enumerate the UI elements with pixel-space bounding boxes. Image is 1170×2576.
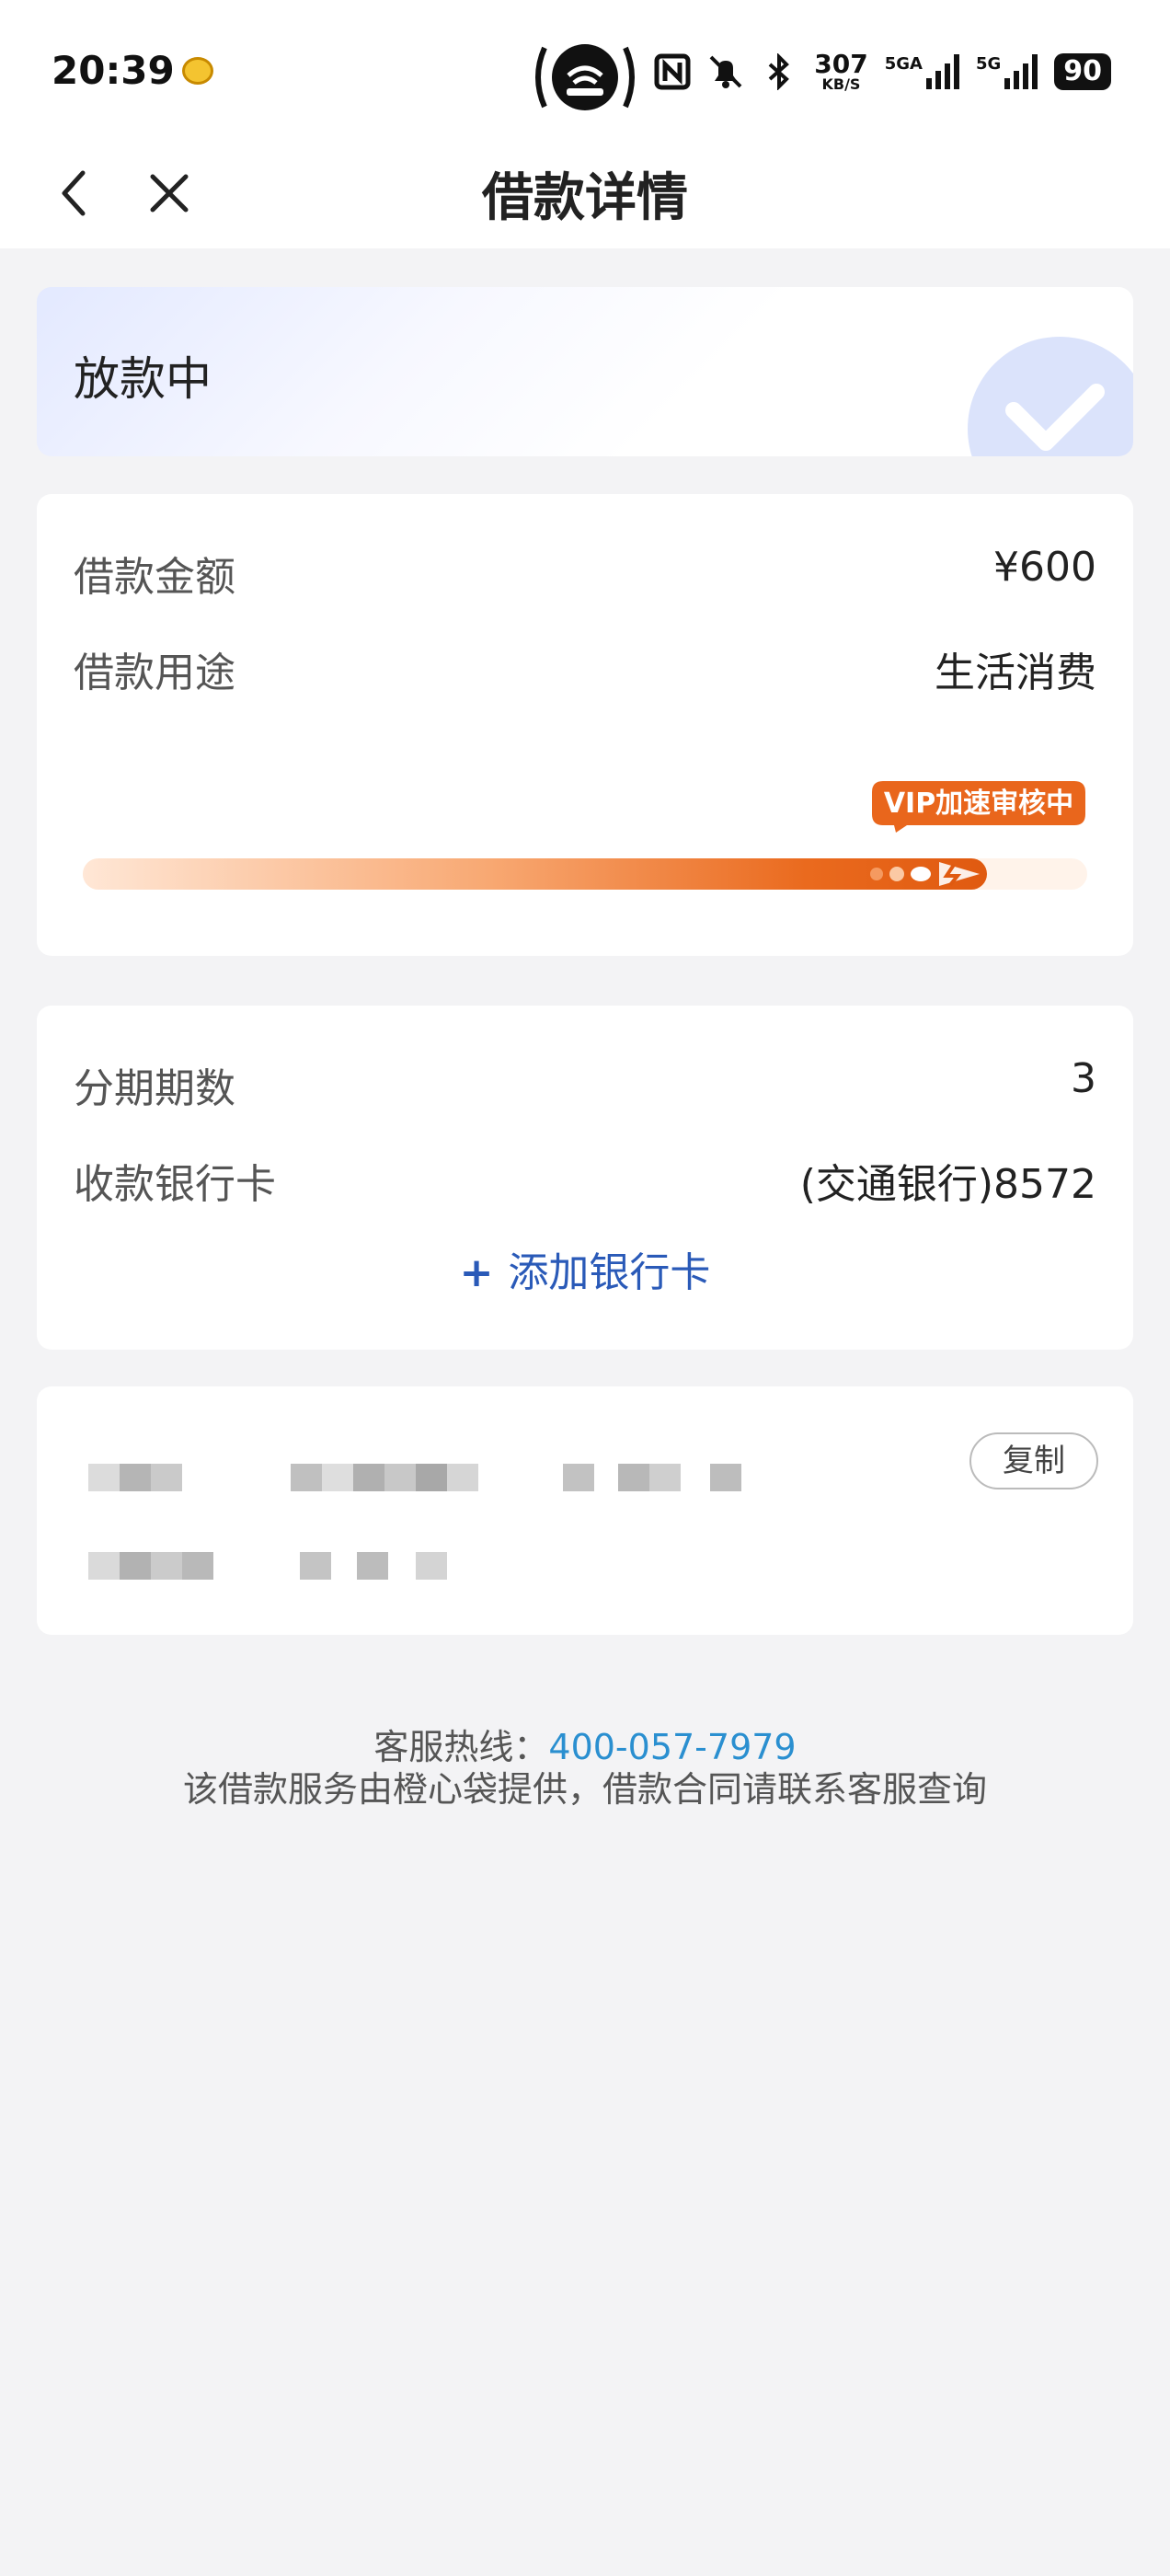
hotspot-icon xyxy=(535,44,635,110)
signal-bars-icon xyxy=(1004,54,1038,89)
redacted-text-line xyxy=(88,1552,447,1580)
hotline-number-link[interactable]: 400-057-7979 xyxy=(548,1727,796,1767)
bluetooth-icon xyxy=(768,53,790,90)
loan-purpose-label: 借款用途 xyxy=(74,650,235,696)
plus-icon: + xyxy=(459,1249,494,1296)
signal-bars-icon xyxy=(925,54,959,89)
page-title: 借款详情 xyxy=(482,168,688,228)
loan-status-card: 放款中 xyxy=(37,287,1133,456)
status-time: 20:39 xyxy=(52,48,175,93)
signal-5g: 5G xyxy=(976,54,1038,89)
bank-card-row[interactable]: 收款银行卡 (交通银行)8572 xyxy=(74,1151,1096,1210)
loan-purpose-value: 生活消费 xyxy=(935,650,1096,696)
copy-button[interactable]: 复制 xyxy=(969,1432,1098,1489)
battery-indicator: 90 xyxy=(1054,53,1111,90)
loan-amount-row: 借款金额 ¥600 xyxy=(74,544,1096,603)
check-circle-icon xyxy=(968,337,1133,456)
status-bar: 20:39 307 KB/S 5GA 5G 90 xyxy=(0,0,1170,138)
vip-badge-text: VIP加速审核中 xyxy=(884,788,1073,820)
installments-row: 分期期数 3 xyxy=(74,1055,1096,1114)
add-bank-card-button[interactable]: + 添加银行卡 xyxy=(37,1239,1133,1298)
loan-amount-value: ¥600 xyxy=(993,544,1096,591)
rocket-icon xyxy=(869,862,980,887)
installments-label: 分期期数 xyxy=(74,1065,235,1112)
review-progress-bar xyxy=(83,858,1087,890)
network-speed-unit: KB/S xyxy=(821,75,861,93)
redacted-info-card: 复制 xyxy=(37,1386,1133,1635)
loan-status-text: 放款中 xyxy=(74,352,212,406)
signal-5g-label: 5G xyxy=(975,54,1002,74)
footer: 客服热线：400-057-7979 该借款服务由橙心袋提供，借款合同请联系客服查… xyxy=(0,1726,1170,1811)
loan-purpose-row: 借款用途 生活消费 xyxy=(74,639,1096,698)
loan-info-card: 借款金额 ¥600 借款用途 生活消费 VIP加速审核中 xyxy=(37,494,1133,956)
loan-amount-label: 借款金额 xyxy=(74,554,235,601)
nav-bar: 借款详情 xyxy=(0,138,1170,248)
mute-icon xyxy=(709,55,742,88)
service-notice: 该借款服务由橙心袋提供，借款合同请联系客服查询 xyxy=(182,1769,987,1810)
bank-card-value: (交通银行)8572 xyxy=(799,1161,1096,1208)
vip-badge: VIP加速审核中 xyxy=(872,781,1085,833)
signal-5ga-label: 5GA xyxy=(884,54,923,74)
installments-value: 3 xyxy=(1071,1055,1096,1102)
add-bank-card-label: 添加银行卡 xyxy=(508,1249,711,1296)
app-notification-icon xyxy=(182,57,213,85)
hotline-line: 客服热线：400-057-7979 xyxy=(0,1726,1170,1768)
hotline-label: 客服热线： xyxy=(373,1727,549,1767)
redacted-text-line xyxy=(88,1464,787,1491)
nfc-icon xyxy=(654,53,691,90)
review-progress-fill xyxy=(83,858,987,890)
bank-info-card: 分期期数 3 收款银行卡 (交通银行)8572 + 添加银行卡 xyxy=(37,1006,1133,1350)
network-speed: 307 KB/S xyxy=(814,52,867,92)
status-right-group: 307 KB/S 5GA 5G 90 xyxy=(654,52,1111,92)
network-speed-value: 307 xyxy=(814,49,868,79)
signal-5ga: 5GA xyxy=(885,54,959,89)
bank-card-label: 收款银行卡 xyxy=(74,1161,276,1208)
